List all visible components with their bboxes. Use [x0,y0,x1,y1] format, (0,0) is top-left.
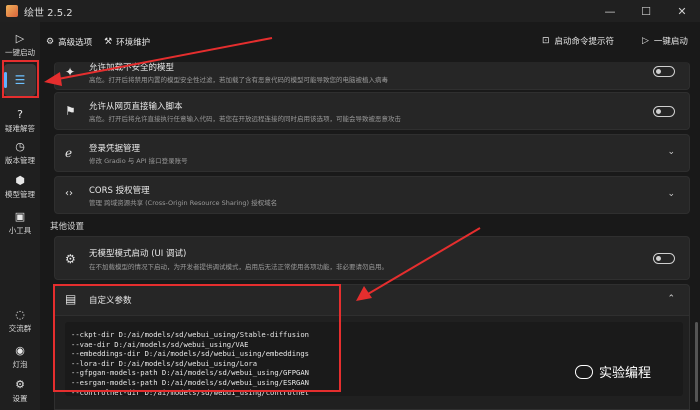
setting-description: 高危。打开后将禁用内置的模型安全性过滤，若加载了含有恶意代码的模型可能导致您的电… [89,76,388,84]
chevron-up-icon: ⌃ [667,294,675,304]
sidebar-item-label: 版本管理 [5,156,35,165]
setting-title: 允许加载不安全的模型 [89,63,175,73]
unsafe-models-toggle[interactable] [653,66,675,77]
app-logo-icon [6,5,18,17]
setting-description: 管理 跨域资源共享 (Cross-Origin Resource Sharing… [89,199,278,207]
wechat-icon [575,364,593,379]
sidebar-item-troubleshoot[interactable]: ? 疑难解答 [0,108,40,134]
tab-label: 高级选项 [58,38,93,48]
code-icon: ‹› [65,188,73,199]
watermark: 实验编程 [575,362,651,381]
cube-icon: ⬢ [15,174,25,187]
watermark-text: 实验编程 [599,366,652,381]
shield-icon: ✦ [65,65,76,79]
bulb-icon: ◉ [15,344,25,357]
sidebar-item-models[interactable]: ⬢ 模型管理 [0,174,40,200]
play-icon: ▷ [642,36,649,46]
minimize-button[interactable]: — [592,0,628,22]
terminal-icon: ⊡ [542,36,550,46]
key-icon: ℯ [65,146,73,160]
console-launch-button[interactable]: ⊡ 启动命令提示符 [542,35,614,47]
toolbox-icon: ▣ [14,210,26,223]
section-heading-other-settings: 其他设置 [50,222,85,232]
history-icon: ◷ [15,140,25,153]
maximize-button[interactable]: ☐ [628,0,664,22]
close-button[interactable]: ✕ [664,0,700,22]
play-icon: ▷ [15,32,25,45]
sidebar-item-label: 小工具 [8,226,32,235]
sidebar-item-label: 模型管理 [5,190,35,199]
sidebar-item-settings[interactable]: ⚙ 设置 [0,378,40,404]
flag-icon: ⚑ [65,104,76,118]
sidebar-item-label: 交流群 [8,324,32,333]
setting-card-cors[interactable]: ‹› CORS 授权管理 管理 跨域资源共享 (Cross-Origin Res… [54,176,690,214]
setting-card-no-model: ⚙ 无模型模式启动 (UI 调试) 在不加载模型的情况下启动，为开发者提供调试模… [54,236,690,280]
web-script-toggle[interactable] [653,106,675,117]
tab-label: 环境维护 [116,38,151,48]
no-model-toggle[interactable] [653,253,675,264]
gear-icon: ⚙ [15,378,25,391]
setting-description: 高危。打开后将允许直接执行任意输入代码，若您在开放远程连接的同时启用该选项，可能… [89,115,401,123]
gear-icon: ⚙ [46,37,55,47]
sidebar-item-tools[interactable]: ▣ 小工具 [0,210,40,236]
sidebar-item-community[interactable]: ◌ 交流群 [0,308,40,334]
chevron-down-icon: ⌄ [667,147,675,157]
chevron-down-icon: ⌄ [667,189,675,199]
question-icon: ? [17,108,23,121]
wrench-icon: ⚒ [104,37,113,47]
sidebar-item-versions[interactable]: ◷ 版本管理 [0,140,40,166]
console-launch-label: 启动命令提示符 [554,37,615,47]
annotation-box-sidebar [2,60,39,98]
quick-launch-label: 一键启动 [653,37,688,47]
sidebar-item-label: 设置 [12,394,28,403]
sidebar-item-label: 疑难解答 [5,124,35,133]
sidebar-item-launch[interactable]: ▷ 一键启动 [0,32,40,58]
bug-icon: ⚙ [65,252,76,266]
sidebar-item-label: 灯泡 [12,360,28,369]
setting-description: 在不加载模型的情况下启动，为开发者提供调试模式，启用后无法正常使用各项功能，非必… [89,263,388,271]
window-title: 绘世 2.5.2 [24,7,73,19]
setting-card-unsafe-models: ✦ 允许加载不安全的模型 高危。打开后将禁用内置的模型安全性过滤，若加载了含有恶… [54,62,690,90]
tab-environment[interactable]: ⚒ 环境维护 [104,36,150,48]
setting-title: CORS 授权管理 [89,186,150,196]
setting-card-credentials[interactable]: ℯ 登录凭据管理 修改 Gradio 与 API 接口登录账号 ⌄ [54,134,690,172]
scrollbar[interactable] [695,322,698,402]
setting-title: 登录凭据管理 [89,144,141,154]
setting-title: 允许从网页直接输入脚本 [89,102,183,112]
setting-title: 无模型模式启动 (UI 调试) [89,249,187,259]
setting-description: 修改 Gradio 与 API 接口登录账号 [89,157,188,165]
sidebar-item-label: 一键启动 [5,48,35,57]
sidebar-item-bulb[interactable]: ◉ 灯泡 [0,344,40,370]
setting-card-web-script: ⚑ 允许从网页直接输入脚本 高危。打开后将允许直接执行任意输入代码，若您在开放远… [54,92,690,130]
tab-advanced-options[interactable]: ⚙ 高级选项 [46,36,92,48]
chat-icon: ◌ [15,308,25,321]
quick-launch-button[interactable]: ▷ 一键启动 [642,35,688,47]
annotation-box-custom-args [53,284,341,392]
